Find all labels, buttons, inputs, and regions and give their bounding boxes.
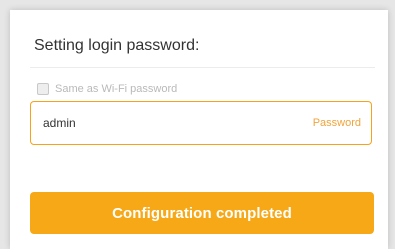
- same-as-wifi-checkbox[interactable]: [37, 83, 49, 95]
- login-password-dialog: Setting login password: Same as Wi-Fi pa…: [10, 10, 388, 249]
- password-field[interactable]: Password: [30, 101, 372, 145]
- password-hint-label: Password: [312, 117, 361, 129]
- configuration-completed-button[interactable]: Configuration completed: [30, 192, 374, 234]
- same-as-wifi-label: Same as Wi-Fi password: [55, 83, 178, 95]
- dialog-title: Setting login password:: [34, 37, 200, 54]
- same-as-wifi-option[interactable]: Same as Wi-Fi password: [37, 83, 177, 95]
- password-input[interactable]: [43, 116, 263, 130]
- divider: [30, 67, 375, 68]
